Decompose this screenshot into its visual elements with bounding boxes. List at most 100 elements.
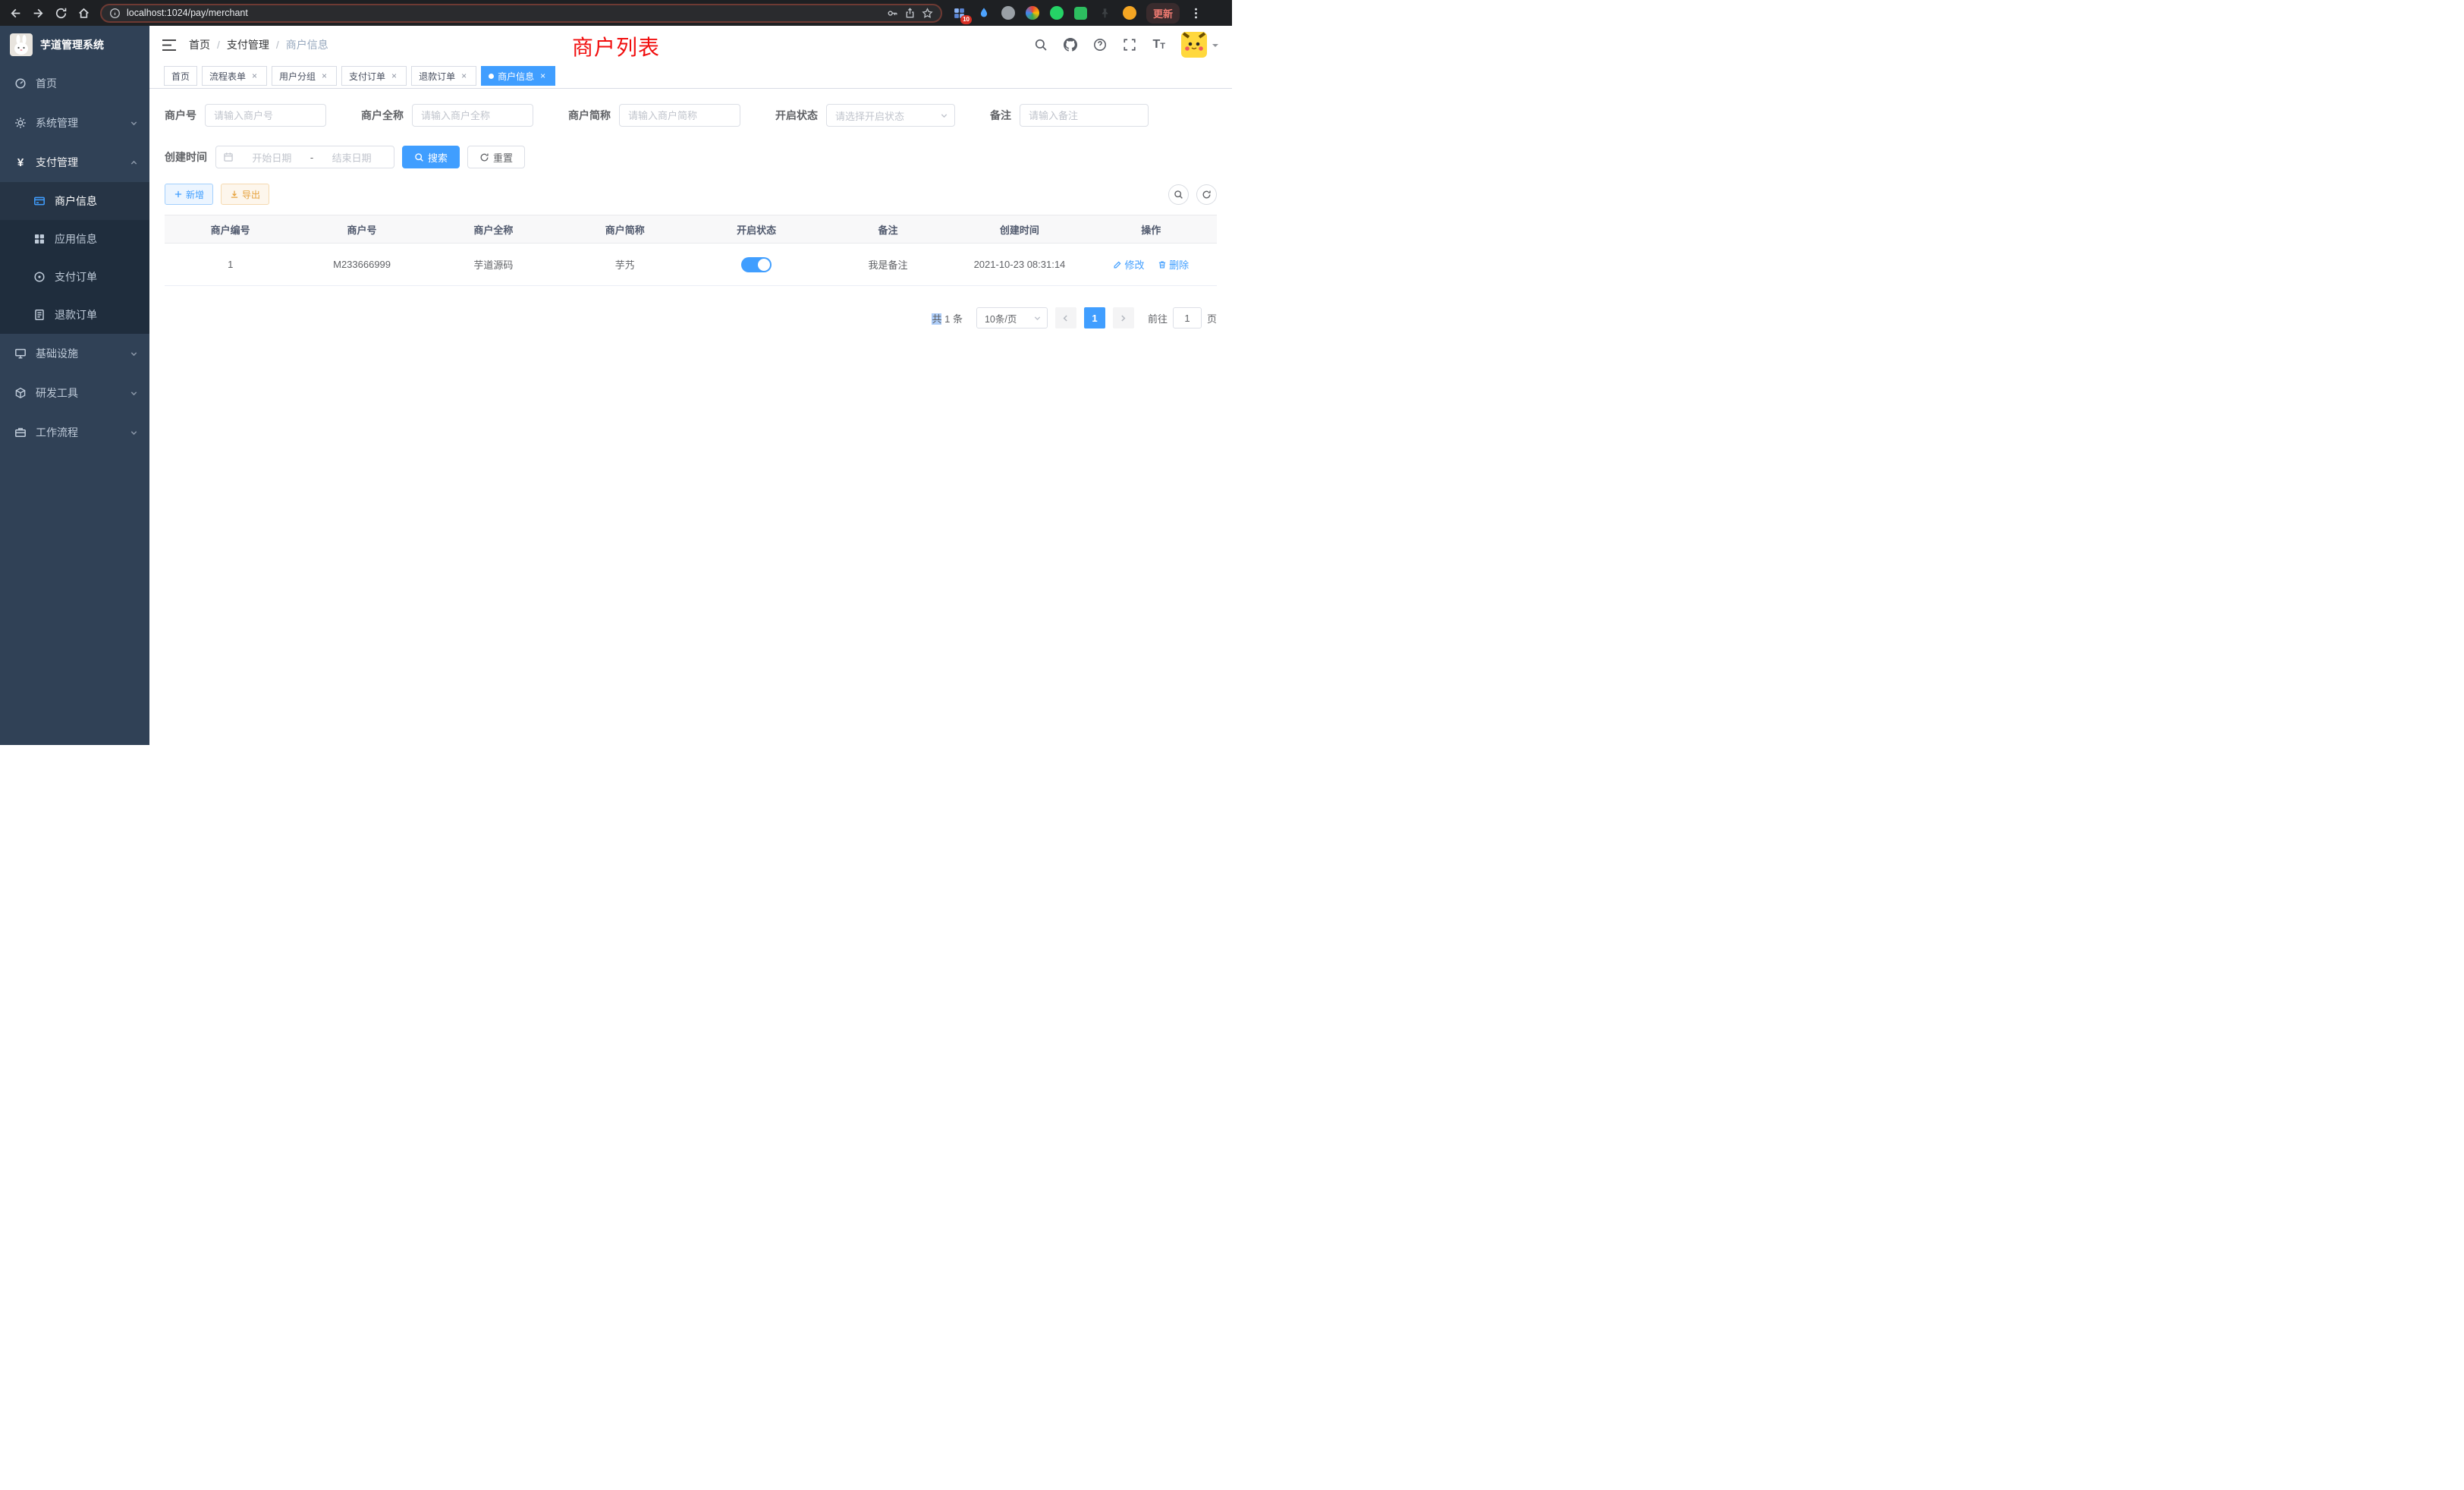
- site-info-icon[interactable]: [109, 8, 121, 19]
- col-header: 商户全称: [428, 215, 559, 244]
- sidebar-item-infrastructure[interactable]: 基础设施: [0, 334, 149, 373]
- green-circle-extension-icon[interactable]: [1049, 6, 1064, 20]
- edit-link[interactable]: 修改: [1113, 257, 1144, 272]
- start-date-placeholder: 开始日期: [237, 150, 307, 165]
- full-name-input[interactable]: [412, 104, 533, 127]
- password-key-icon[interactable]: [887, 8, 898, 19]
- tab-pay-order[interactable]: 支付订单×: [341, 66, 407, 86]
- help-icon[interactable]: [1093, 38, 1107, 52]
- breadcrumb-payment[interactable]: 支付管理: [227, 37, 269, 52]
- filter-label: 商户号: [165, 108, 196, 123]
- refresh-table-button[interactable]: [1196, 184, 1217, 205]
- chevron-down-icon: [940, 112, 948, 120]
- cell-id: 1: [165, 244, 296, 286]
- monkey-extension-icon[interactable]: [1122, 6, 1136, 20]
- reset-button[interactable]: 重置: [467, 146, 525, 168]
- url-text[interactable]: localhost:1024/pay/merchant: [127, 8, 248, 18]
- breadcrumb-separator: /: [217, 39, 220, 51]
- share-icon[interactable]: [904, 8, 916, 19]
- status-toggle[interactable]: [741, 257, 772, 272]
- toggle-search-button[interactable]: [1168, 184, 1189, 205]
- sidebar-item-pay-order[interactable]: 支付订单: [0, 258, 149, 296]
- search-icon[interactable]: [1034, 38, 1048, 52]
- github-icon[interactable]: [1064, 38, 1077, 52]
- table-row: 1 M233666999 芋道源码 芋艿 我是备注 2021-10-23 08:…: [165, 244, 1217, 286]
- profile-avatar-icon[interactable]: [1025, 6, 1039, 20]
- tab-home[interactable]: 首页: [164, 66, 197, 86]
- chevron-down-icon: [130, 119, 138, 127]
- browser-update-button[interactable]: 更新: [1146, 3, 1180, 24]
- chevron-down-icon: [1033, 314, 1042, 322]
- user-menu[interactable]: [1181, 32, 1218, 58]
- gray-circle-extension-icon[interactable]: [1001, 6, 1015, 20]
- breadcrumb-separator: /: [276, 39, 279, 51]
- sidebar-item-system[interactable]: 系统管理: [0, 103, 149, 143]
- filter-status: 开启状态 请选择开启状态: [775, 104, 955, 127]
- page-size-select[interactable]: 10条/页: [976, 307, 1048, 328]
- chevron-down-icon: [130, 350, 138, 358]
- select-placeholder: 请选择开启状态: [835, 108, 904, 123]
- close-icon[interactable]: ×: [250, 71, 259, 81]
- breadcrumb-home[interactable]: 首页: [189, 37, 210, 52]
- status-select[interactable]: 请选择开启状态: [826, 104, 955, 127]
- font-size-icon[interactable]: TT: [1152, 39, 1165, 51]
- tab-user-group[interactable]: 用户分组×: [272, 66, 337, 86]
- close-icon[interactable]: ×: [319, 71, 329, 81]
- col-header: 商户简称: [559, 215, 690, 244]
- breadcrumb: 首页 / 支付管理 / 商户信息: [189, 37, 328, 52]
- pagination: 共 1 条 10条/页 1 前往 页: [165, 307, 1217, 328]
- cube-icon: [14, 387, 27, 399]
- remark-input[interactable]: [1020, 104, 1149, 127]
- close-icon[interactable]: ×: [389, 71, 399, 81]
- merchant-no-input[interactable]: [205, 104, 326, 127]
- sidebar-item-devtools[interactable]: 研发工具: [0, 373, 149, 413]
- export-button[interactable]: 导出: [221, 184, 269, 205]
- sidebar-item-merchant-info[interactable]: 商户信息: [0, 182, 149, 220]
- sidebar-item-label: 工作流程: [36, 425, 78, 440]
- pin-extension-icon[interactable]: [1098, 6, 1112, 20]
- water-drop-extension-icon[interactable]: [976, 6, 991, 20]
- search-button[interactable]: 搜索: [402, 146, 460, 168]
- sidebar-item-label: 首页: [36, 76, 57, 91]
- document-icon: [33, 309, 46, 321]
- next-page-button[interactable]: [1113, 307, 1134, 328]
- add-button[interactable]: 新增: [165, 184, 213, 205]
- forward-icon[interactable]: [32, 7, 45, 20]
- current-page-button[interactable]: 1: [1084, 307, 1105, 328]
- green-square-extension-icon[interactable]: [1073, 6, 1088, 20]
- fullscreen-icon[interactable]: [1123, 38, 1136, 52]
- back-icon[interactable]: [9, 7, 22, 20]
- sidebar-item-home[interactable]: 首页: [0, 64, 149, 103]
- prev-page-button[interactable]: [1055, 307, 1076, 328]
- extensions-puzzle-icon[interactable]: 10: [952, 6, 966, 20]
- sidebar-item-label: 退款订单: [55, 307, 97, 322]
- create-time-range-picker[interactable]: 开始日期 - 结束日期: [215, 146, 394, 168]
- cell-create-time: 2021-10-23 08:31:14: [954, 244, 1085, 286]
- sidebar-item-label: 应用信息: [55, 231, 97, 247]
- bookmark-star-icon[interactable]: [922, 8, 933, 19]
- reload-icon[interactable]: [55, 7, 68, 20]
- tab-process-form[interactable]: 流程表单×: [202, 66, 267, 86]
- browser-toolbar: localhost:1024/pay/merchant 10 更新: [0, 0, 1232, 26]
- sidebar-item-workflow[interactable]: 工作流程: [0, 413, 149, 452]
- tab-merchant-info[interactable]: 商户信息×: [481, 66, 555, 86]
- app-logo[interactable]: 芋道管理系统: [0, 26, 149, 64]
- top-navbar: 首页 / 支付管理 / 商户信息 TT: [149, 26, 1232, 64]
- goto-suffix: 页: [1207, 311, 1217, 325]
- goto-page-input[interactable]: [1173, 307, 1202, 328]
- chevron-down-icon: [130, 389, 138, 398]
- sidebar-item-app-info[interactable]: 应用信息: [0, 220, 149, 258]
- address-bar[interactable]: localhost:1024/pay/merchant: [100, 4, 942, 23]
- col-header: 商户号: [296, 215, 427, 244]
- page-content: 商户号 商户全称 商户简称 开启状态 请选择开启状态: [149, 89, 1232, 745]
- sidebar-item-refund-order[interactable]: 退款订单: [0, 296, 149, 334]
- delete-link[interactable]: 删除: [1158, 257, 1189, 272]
- home-icon[interactable]: [77, 7, 90, 20]
- tab-refund-order[interactable]: 退款订单×: [411, 66, 476, 86]
- short-name-input[interactable]: [619, 104, 740, 127]
- browser-menu-dots-icon[interactable]: [1190, 7, 1202, 20]
- close-icon[interactable]: ×: [459, 71, 469, 81]
- sidebar-item-payment[interactable]: ¥ 支付管理: [0, 143, 149, 182]
- close-icon[interactable]: ×: [538, 71, 548, 81]
- sidebar-collapse-icon[interactable]: [162, 39, 177, 52]
